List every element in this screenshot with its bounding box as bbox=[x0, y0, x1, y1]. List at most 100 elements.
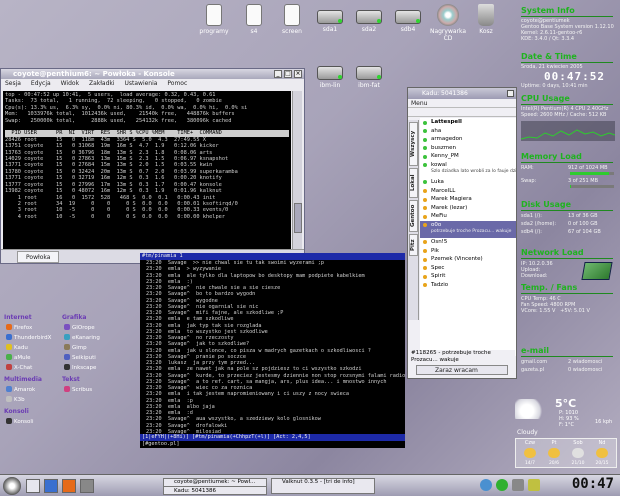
desktop-icon-trash[interactable]: Kosz bbox=[466, 4, 506, 35]
contact-item[interactable]: buszmen bbox=[420, 144, 516, 153]
launcher-item-gl[interactable]: GIOrope bbox=[64, 324, 95, 331]
widget-title: Network Load bbox=[521, 248, 584, 257]
contact-item[interactable]: Luka bbox=[420, 178, 516, 187]
contact-item[interactable]: Pzemek (Vincente) bbox=[420, 255, 516, 264]
swap-label: Swap: bbox=[521, 178, 537, 184]
widget-title: Date & Time bbox=[521, 52, 577, 61]
menu-sesja[interactable]: Sesja bbox=[5, 80, 21, 87]
launcher-item-firefox[interactable]: Firefox bbox=[6, 324, 32, 331]
contact-item[interactable]: o0o potrzebuje troche Prozacu... wakuje bbox=[420, 220, 516, 238]
launcher-item-inkscape[interactable]: Inkscape bbox=[64, 364, 96, 371]
contact-item[interactable]: Marek (lezar) bbox=[420, 204, 516, 213]
close-button[interactable] bbox=[507, 90, 514, 97]
cpu-text: Intel(R) Pentium(R) 4 CPU 2.40GHz Speed: … bbox=[521, 106, 609, 118]
email-account[interactable]: gmail.com bbox=[521, 359, 547, 365]
terminal-scrollbar[interactable] bbox=[292, 91, 302, 249]
contact-item[interactable]: Osn!5 bbox=[420, 238, 516, 247]
taskbar-clock[interactable]: 00:47 bbox=[572, 476, 614, 492]
desktop-icon-label: Nagrywarka CD bbox=[429, 28, 467, 42]
tab-powloka[interactable]: Powłoka bbox=[17, 251, 60, 263]
menu-pomoc[interactable]: Pomoc bbox=[167, 80, 187, 87]
konsole-titlebar[interactable]: coyote@penthium6: ~ Powłoka - Konsole _ … bbox=[1, 69, 304, 79]
launcher-item-kadu[interactable]: Kadu bbox=[6, 344, 28, 351]
desktop-icon-sdb4[interactable]: sdb4 bbox=[388, 4, 428, 33]
contact-item[interactable]: armagedon bbox=[420, 135, 516, 144]
k-menu-icon[interactable] bbox=[3, 477, 21, 495]
launcher-item-scribus[interactable]: Scribus bbox=[64, 386, 92, 393]
browser-launcher-icon[interactable] bbox=[62, 479, 76, 493]
desktop-icon-s4[interactable]: s4 bbox=[234, 4, 274, 35]
desktop-icon-ibm-fat[interactable]: ibm-fat bbox=[349, 60, 389, 89]
launcher-item-k3b[interactable]: K3b bbox=[6, 396, 25, 403]
volume-tray-icon[interactable] bbox=[512, 479, 524, 491]
desktop-icon-programy[interactable]: programy bbox=[194, 4, 234, 35]
contact-item[interactable]: MarcelLL bbox=[420, 187, 516, 196]
contact-item[interactable]: Spirit bbox=[420, 272, 516, 281]
kadu-menu[interactable]: Menu bbox=[408, 99, 516, 108]
tab-lokal[interactable]: Lokal bbox=[409, 168, 418, 198]
desktop-icon-label: Kosz bbox=[479, 28, 493, 35]
irc-window[interactable]: #tm/pinamia 1 23:20 Savage >> nie chwal … bbox=[140, 253, 405, 448]
contact-list[interactable]: Lattespell aha armagedon buszmen Kenny_PM kow… bbox=[420, 118, 516, 356]
desktop-icon-label: sda2 bbox=[361, 26, 377, 33]
contact-item[interactable]: Lattespell bbox=[420, 118, 516, 127]
tab-gentoo[interactable]: Gentoo bbox=[409, 200, 418, 232]
terminal-launcher-icon[interactable] bbox=[44, 479, 58, 493]
tab-wszyscy[interactable]: Wszyscy bbox=[409, 122, 418, 166]
launcher-item-amule[interactable]: aMule bbox=[6, 354, 31, 361]
launcher-item-ekanaring[interactable]: eKanaring bbox=[64, 334, 100, 341]
sysinfo-text: coyote@pentiumek Gentoo Base System versi… bbox=[521, 18, 614, 42]
desktop-icon-sda1[interactable]: sda1 bbox=[310, 4, 350, 33]
close-button[interactable]: × bbox=[294, 70, 302, 78]
task-valknut[interactable]: Valknut 0.3.5 - [tri de info] bbox=[271, 478, 375, 494]
task-kadu[interactable]: Kadu: 5041386 bbox=[163, 486, 267, 495]
irc-message: 23:20 emla jak u slonce, co pisza w madr… bbox=[146, 347, 371, 354]
desktop-icon-ibm-lin[interactable]: ibm-lin bbox=[310, 60, 350, 89]
desktop-icon-label: sdb4 bbox=[400, 26, 416, 33]
launcher-item-xchat[interactable]: X-Chat bbox=[6, 364, 32, 371]
irc-input[interactable]: [#gentoo.pl] bbox=[140, 441, 405, 448]
terminal-output[interactable]: top - 00:47:52 up 10:41, 5 users, load a… bbox=[3, 91, 291, 249]
irc-messages: 23:20 Savage >> nie chwal sie tu tak swo… bbox=[140, 260, 405, 435]
hard-drive-icon bbox=[395, 10, 421, 24]
menu-zakladki[interactable]: Zakładki bbox=[89, 80, 115, 87]
tab-pitz[interactable]: Pitz bbox=[409, 234, 418, 256]
status-button[interactable]: Zaraz wracam bbox=[416, 365, 508, 375]
menu-edycja[interactable]: Edycja bbox=[31, 80, 51, 87]
kadu-titlebar[interactable]: Kadu: 5041386 bbox=[408, 88, 516, 99]
document-icon bbox=[284, 4, 300, 26]
kadu-tray-icon[interactable] bbox=[496, 479, 508, 491]
launcher-item-seikiputi[interactable]: Seikiputi bbox=[64, 354, 96, 361]
email-account[interactable]: gazeta.pl bbox=[521, 367, 544, 373]
kadu-window[interactable]: Kadu: 5041386 Menu Wszyscy Lokal Gentoo … bbox=[407, 87, 517, 379]
desktop-pager-icon[interactable] bbox=[26, 479, 40, 493]
disk-label: sdb4 (/): bbox=[521, 229, 542, 235]
file-manager-icon[interactable] bbox=[80, 479, 94, 493]
minimize-button[interactable]: _ bbox=[274, 70, 282, 78]
network-tray-icon[interactable] bbox=[480, 479, 492, 491]
email-count: 0 wiadomosci bbox=[568, 367, 603, 373]
contact-item[interactable]: Marek Magiera bbox=[420, 195, 516, 204]
widget-title: Temp. / Fans bbox=[521, 283, 578, 292]
contact-item[interactable]: MeFiu bbox=[420, 212, 516, 221]
contact-item[interactable]: Kenny_PM bbox=[420, 152, 516, 161]
menu-widok[interactable]: Widok bbox=[61, 80, 79, 87]
contact-item[interactable]: Tadzio bbox=[420, 281, 516, 290]
contact-item[interactable]: kowal Szlo dziadka lato wrobli za lo fauj… bbox=[420, 161, 516, 178]
contact-item[interactable]: Pik bbox=[420, 247, 516, 256]
menu-ustawienia[interactable]: Ustawienia bbox=[124, 80, 157, 87]
launcher-item-amarok[interactable]: Amarok bbox=[6, 386, 35, 393]
desktop-icon-sda2[interactable]: sda2 bbox=[349, 4, 389, 33]
launcher-item-konsoli[interactable]: Konsoli bbox=[6, 418, 33, 425]
desktop-icon-cd[interactable]: Nagrywarka CD bbox=[426, 4, 470, 42]
desktop-icon-label: s4 bbox=[250, 28, 258, 35]
konsole-window[interactable]: coyote@penthium6: ~ Powłoka - Konsole _ … bbox=[0, 68, 305, 264]
wind-speed: 16 kph bbox=[595, 419, 613, 425]
maximize-button[interactable]: □ bbox=[284, 70, 292, 78]
launcher-item-thunderbird[interactable]: ThunderbirdX bbox=[6, 334, 51, 341]
contact-item[interactable]: aha bbox=[420, 127, 516, 136]
contact-item[interactable]: Spec bbox=[420, 264, 516, 273]
clipboard-tray-icon[interactable] bbox=[528, 479, 540, 491]
launcher-item-gimp[interactable]: Gimp bbox=[64, 344, 87, 351]
desktop-icon-screen[interactable]: screen bbox=[272, 4, 312, 35]
